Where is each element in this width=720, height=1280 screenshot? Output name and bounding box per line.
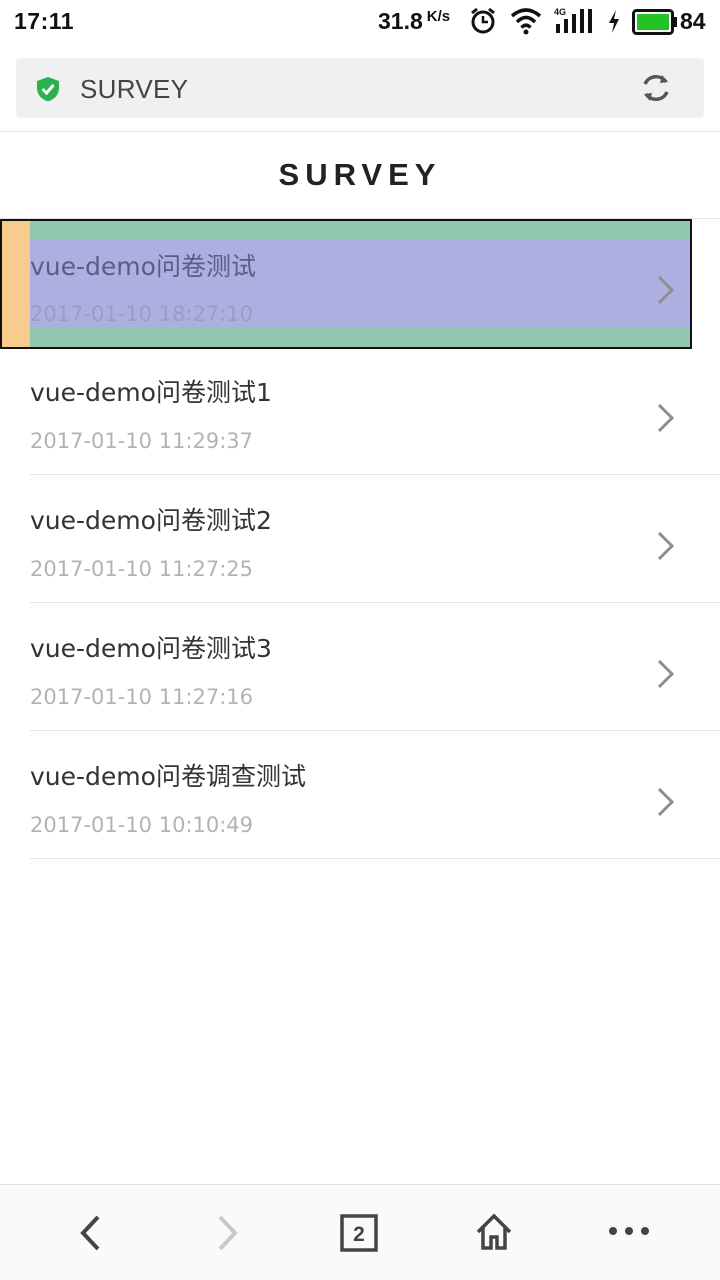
charging-icon [606, 6, 622, 41]
chevron-right-icon [654, 530, 676, 566]
survey-list-item[interactable]: vue-demo问卷测试2 2017-01-10 11:27:25 [0, 475, 720, 603]
forward-icon[interactable] [212, 1213, 242, 1257]
chevron-right-icon [654, 658, 676, 694]
home-icon[interactable] [474, 1212, 514, 1256]
address-text[interactable]: SURVEY [80, 74, 188, 105]
chevron-right-icon [654, 274, 676, 310]
address-bar[interactable]: SURVEY [16, 58, 704, 118]
survey-list: vue-demo问卷测试 2017-01-10 18:27:10 vue-dem… [0, 219, 720, 859]
survey-title: vue-demo问卷调查测试 [30, 762, 306, 791]
survey-list-item[interactable]: vue-demo问卷测试1 2017-01-10 11:29:37 [0, 347, 720, 475]
survey-date: 2017-01-10 11:27:16 [30, 685, 254, 709]
survey-title: vue-demo问卷测试 [30, 252, 256, 281]
chevron-right-icon [654, 786, 676, 822]
tabs-button[interactable]: 2 [340, 1214, 378, 1256]
refresh-icon[interactable] [638, 70, 674, 110]
battery-icon [632, 9, 678, 40]
survey-list-item[interactable]: vue-demo问卷测试3 2017-01-10 11:27:16 [0, 603, 720, 731]
survey-title: vue-demo问卷测试3 [30, 634, 272, 663]
page-title: SURVEY [278, 157, 442, 192]
svg-text:4G: 4G [554, 7, 566, 17]
survey-title: vue-demo问卷测试1 [30, 378, 272, 407]
survey-date: 2017-01-10 10:10:49 [30, 813, 254, 837]
survey-title: vue-demo问卷测试2 [30, 506, 272, 535]
survey-list-item[interactable]: vue-demo问卷测试 2017-01-10 18:27:10 [0, 219, 720, 349]
back-icon[interactable] [76, 1213, 106, 1257]
survey-list-item[interactable]: vue-demo问卷调查测试 2017-01-10 10:10:49 [0, 731, 720, 859]
chevron-right-icon [654, 402, 676, 438]
browser-toolbar: SURVEY [0, 44, 720, 132]
tab-count: 2 [353, 1223, 365, 1246]
shield-check-icon [34, 75, 62, 107]
page-header: SURVEY [0, 132, 720, 219]
more-icon[interactable] [606, 1223, 652, 1243]
battery-percent: 84 [680, 8, 706, 34]
status-time: 17:11 [14, 8, 75, 34]
network-speed-unit: K/s [426, 8, 451, 25]
network-speed: 31.8 K/s [378, 8, 450, 35]
network-speed-value: 31.8 [378, 8, 423, 34]
browser-bottom-bar: 2 [0, 1184, 720, 1280]
inspector-margin-overlay [0, 219, 30, 347]
survey-date: 2017-01-10 11:27:25 [30, 557, 254, 581]
survey-date: 2017-01-10 11:29:37 [30, 429, 254, 453]
status-bar: 17:11 31.8 K/s 4G 84 [0, 0, 720, 44]
wifi-icon [510, 6, 542, 41]
alarm-icon [468, 6, 498, 41]
row-divider [30, 858, 720, 859]
signal-4g-icon: 4G [554, 6, 594, 41]
survey-date: 2017-01-10 18:27:10 [30, 302, 254, 326]
